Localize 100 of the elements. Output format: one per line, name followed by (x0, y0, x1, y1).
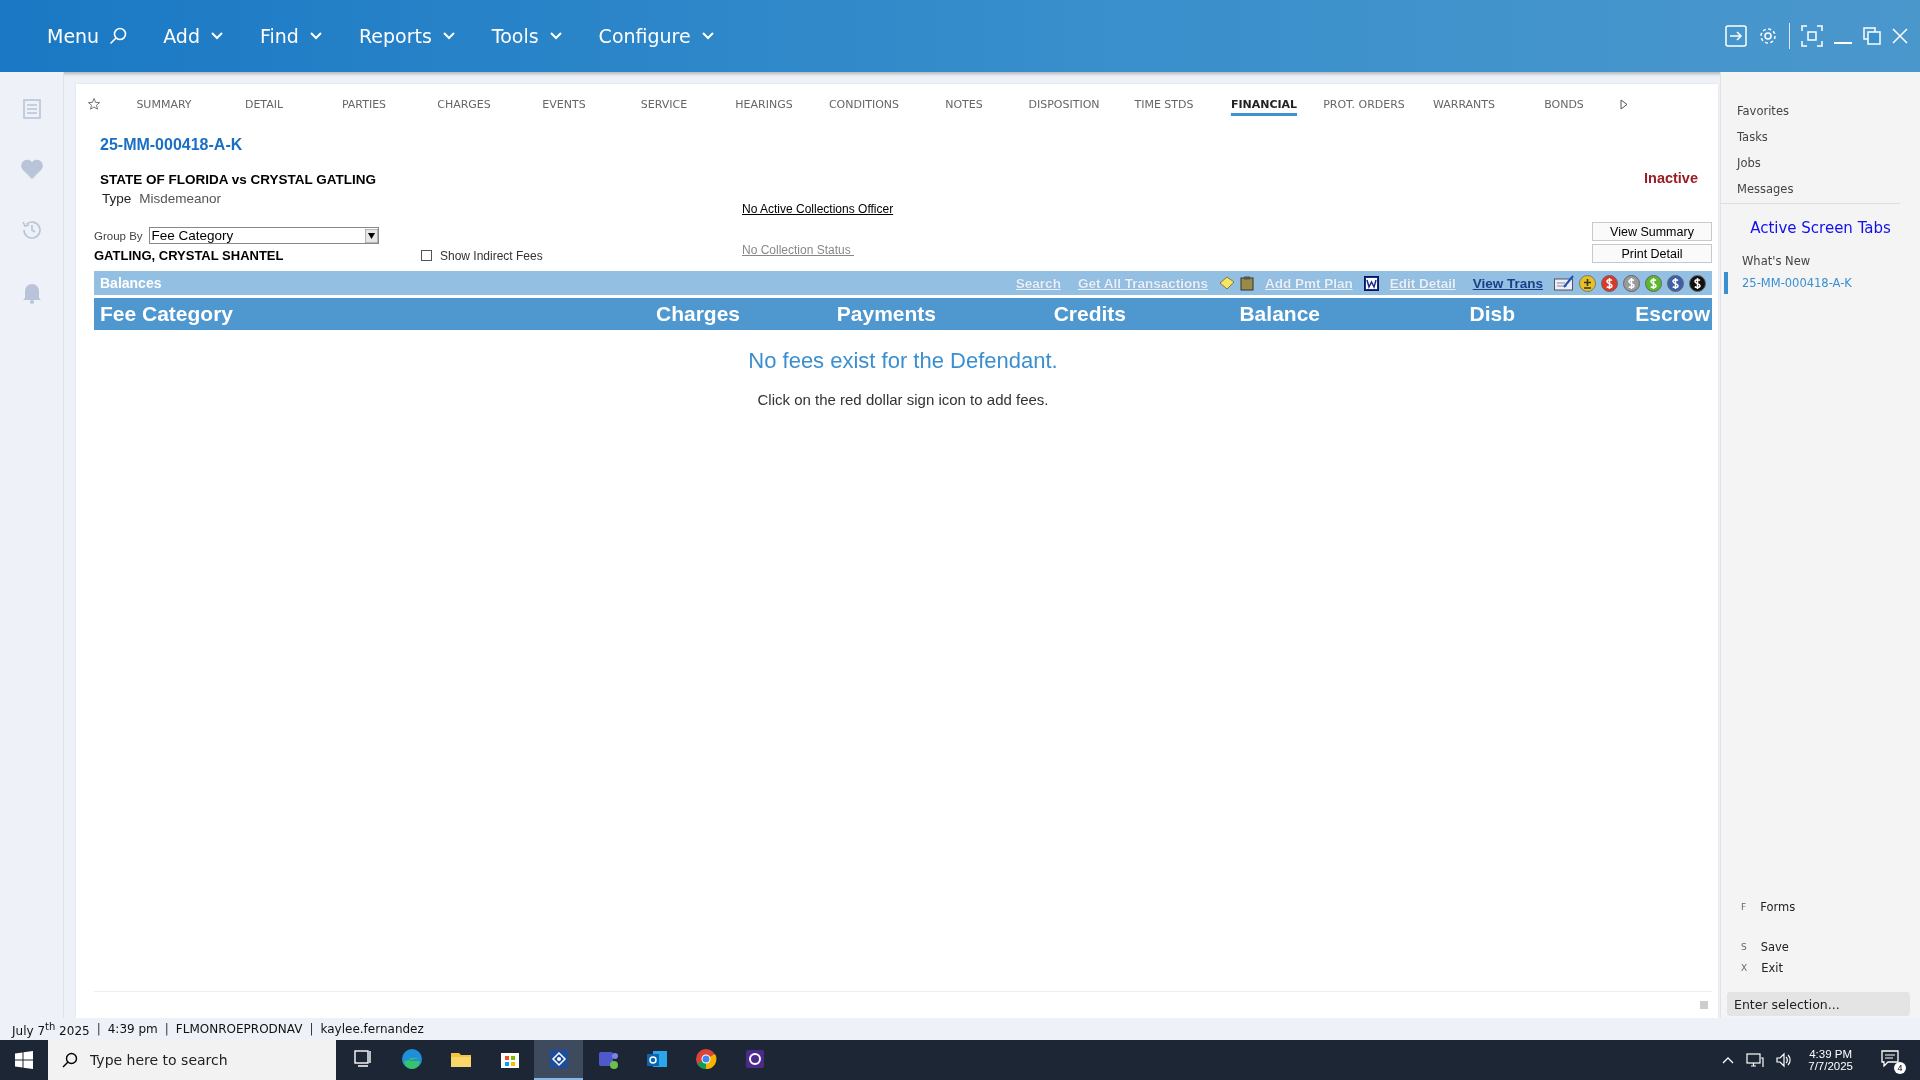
shortcut-key: S (1741, 942, 1747, 952)
taskbar-search-field[interactable]: Type here to search (90, 1041, 330, 1079)
browser-icon (399, 1047, 424, 1071)
taskbar-search-box[interactable]: Type here to search (48, 1040, 336, 1080)
clock-date[interactable]: 7/7/2025 (1808, 1060, 1853, 1072)
menu-item[interactable]: Add (163, 19, 224, 53)
search-icon[interactable] (62, 1052, 78, 1068)
menu-item[interactable]: Find (259, 19, 323, 53)
notification-count: 4 (1894, 1061, 1906, 1074)
type-label: Type (102, 191, 132, 206)
action-button[interactable]: View Summary (1592, 222, 1712, 241)
tab[interactable]: SERVICE (614, 95, 714, 113)
tab[interactable]: FINANCIAL (1214, 95, 1314, 113)
chevron-up-icon[interactable] (1722, 1056, 1735, 1064)
dollar-coin-icon[interactable] (1689, 274, 1706, 292)
sidebar-item[interactable]: Jobs (1737, 156, 1900, 170)
tab[interactable]: DISPOSITION (1014, 95, 1114, 113)
column-header[interactable]: Balance (1126, 302, 1320, 326)
note-icon[interactable] (1218, 276, 1235, 290)
toolbar-link[interactable]: View Trans (1472, 275, 1543, 291)
dollar-coin-icon[interactable] (1667, 274, 1684, 292)
column-header[interactable]: Fee Category (95, 302, 455, 326)
empty-hint: Click on the red dollar sign icon to add fees. (757, 391, 1049, 408)
column-header[interactable]: Charges (455, 302, 740, 326)
sidebar-item[interactable]: Messages (1737, 182, 1900, 196)
clock-time[interactable]: 4:39 PM (1809, 1048, 1853, 1060)
sidebar-item[interactable]: Tasks (1737, 130, 1900, 144)
group-by-dropdown[interactable]: Fee Category (148, 227, 379, 244)
shortcut-item[interactable]: Save (1760, 940, 1789, 954)
separator: | (96, 1022, 101, 1036)
start-icon[interactable] (15, 1051, 33, 1069)
menu-item[interactable]: Menu (47, 19, 128, 53)
chevron-down-icon (700, 31, 715, 41)
case-number[interactable]: 25-MM-000418-A-K (100, 136, 243, 154)
tab[interactable]: WARRANTS (1414, 95, 1514, 113)
status-text: July 7$^{th}$ 2025 (12, 1020, 90, 1038)
sidebar-heading: Active Screen Tabs (1749, 219, 1892, 237)
type-value: Misdemeanor (139, 191, 222, 206)
resize-grip-icon[interactable] (1700, 1001, 1708, 1009)
restore-icon[interactable] (1863, 27, 1881, 45)
empty-message: No fees exist for the Defendant. (748, 348, 1058, 374)
browser-icon (693, 1047, 718, 1071)
shortcut-item[interactable]: Forms (1760, 900, 1796, 914)
column-header[interactable]: Disb (1320, 302, 1515, 326)
star-icon[interactable] (88, 98, 100, 110)
screen-tab[interactable]: 25-MM-000418-A-K (1724, 272, 1920, 294)
notification-button[interactable]: 4 (1879, 1046, 1906, 1074)
chevron-down-icon (308, 31, 323, 41)
menu-item[interactable]: Configure (598, 19, 715, 53)
cheque-icon[interactable] (1554, 275, 1574, 291)
sidebar-item[interactable]: Favorites (1737, 104, 1900, 118)
chevron-down-icon (209, 31, 224, 41)
collections-officer-link[interactable]: No Active Collections Officer (742, 202, 894, 216)
selection-input[interactable]: Enter selection... (1727, 992, 1910, 1016)
status-text: 4:39 pm (107, 1022, 158, 1036)
separator: | (309, 1022, 314, 1036)
settings-icon[interactable] (1758, 26, 1778, 46)
tab[interactable]: BONDS (1514, 95, 1614, 113)
shortcut-key: X (1741, 963, 1748, 973)
column-header[interactable]: Credits (936, 302, 1126, 326)
case-title: STATE OF FLORIDA vs CRYSTAL GATLING (100, 172, 377, 187)
notification-icon (1881, 1048, 1899, 1067)
menu-item[interactable]: Reports (358, 19, 456, 53)
separator: | (164, 1022, 169, 1036)
volume-icon[interactable] (1776, 1052, 1793, 1068)
sign-out-icon[interactable] (1725, 25, 1747, 47)
case-status: Inactive (1644, 170, 1698, 186)
close-icon[interactable] (1892, 28, 1908, 44)
chevron-down-icon (548, 31, 563, 41)
tab[interactable]: SUMMARY (114, 95, 214, 113)
menu-item[interactable]: Tools (491, 19, 563, 53)
shortcut-key: F (1741, 902, 1747, 912)
column-header[interactable]: Payments (740, 302, 936, 326)
collection-status-link[interactable]: No Collection Status (742, 243, 855, 257)
screen-tab[interactable]: What's New (1724, 250, 1920, 272)
tab[interactable]: PARTIES (314, 95, 414, 113)
chevron-down-icon (441, 31, 456, 41)
network-icon[interactable] (1746, 1052, 1765, 1068)
column-header[interactable]: Escrow (1515, 302, 1710, 326)
tab[interactable]: NOTES (914, 95, 1014, 113)
action-button[interactable]: Print Detail (1592, 244, 1712, 263)
scroll-right-icon[interactable] (1620, 98, 1628, 110)
tab[interactable]: CONDITIONS (814, 95, 914, 113)
add-coin-icon[interactable] (1579, 274, 1596, 292)
status-text: kaylee.fernandez (320, 1022, 424, 1036)
checkbox[interactable] (421, 250, 432, 261)
tab[interactable]: TIME STDS (1114, 95, 1214, 113)
tab[interactable]: HEARINGS (714, 95, 814, 113)
search-icon (109, 27, 128, 45)
dropdown-arrow-icon (364, 228, 378, 243)
shortcut-item[interactable]: Exit (1761, 961, 1783, 975)
status-text: FLMONROEPRODNAV (175, 1022, 303, 1036)
defendant-name: GATLING, CRYSTAL SHANTEL (94, 248, 285, 263)
tab[interactable]: PROT. ORDERS (1314, 95, 1414, 113)
document-icon[interactable] (1363, 275, 1379, 291)
tab[interactable]: EVENTS (514, 95, 614, 113)
tab[interactable]: CHARGES (414, 95, 514, 113)
clipboard-icon[interactable] (1239, 275, 1254, 291)
tab[interactable]: DETAIL (214, 95, 314, 113)
section-title: Balances (100, 275, 162, 291)
